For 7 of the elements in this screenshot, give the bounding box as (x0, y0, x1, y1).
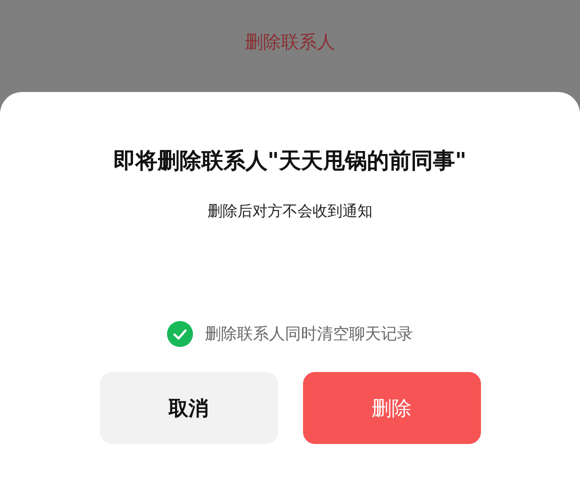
check-icon (173, 328, 187, 340)
dialog-title: 即将删除联系人"天天甩锅的前同事" (114, 148, 466, 176)
checkbox[interactable] (167, 321, 193, 347)
checkbox-label: 删除联系人同时清空聊天记录 (205, 324, 413, 344)
page-title: 删除联系人 (245, 31, 335, 54)
dialog-subtitle: 删除后对方不会收到通知 (208, 202, 372, 221)
cancel-button[interactable]: 取消 (100, 372, 278, 444)
